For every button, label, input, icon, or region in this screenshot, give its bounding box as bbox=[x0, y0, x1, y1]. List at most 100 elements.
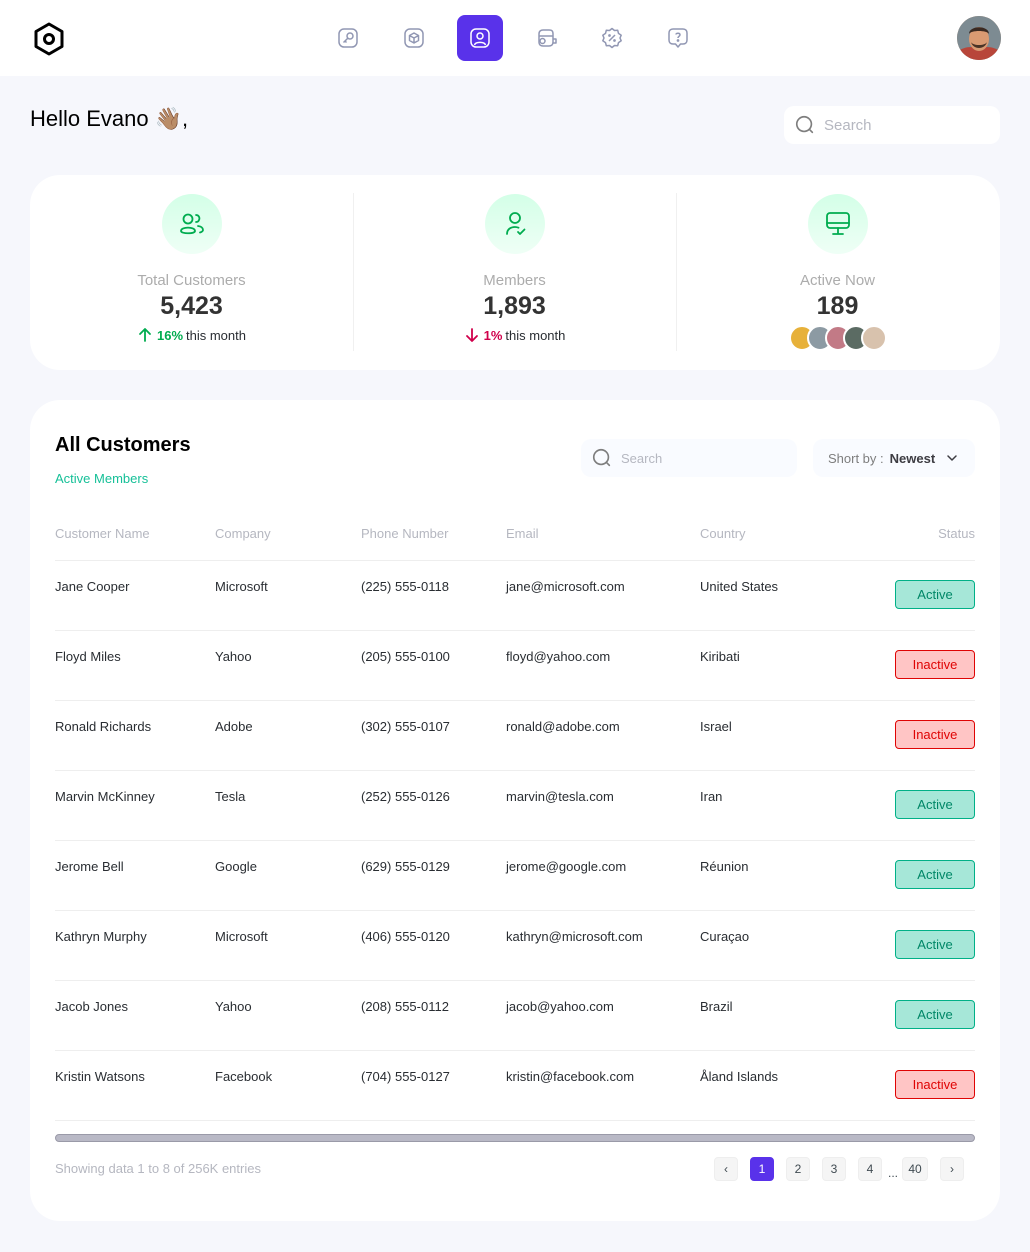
top-search[interactable] bbox=[784, 106, 1000, 144]
sort-dropdown[interactable]: Short by : Newest bbox=[813, 439, 975, 477]
phone-cell: (208) 555-0112 bbox=[361, 980, 506, 1051]
stat-total-customers: Total Customers 5,423 16% this month bbox=[30, 175, 353, 370]
user-avatar[interactable] bbox=[957, 16, 1001, 60]
message-question-icon bbox=[668, 28, 688, 48]
stat-icon-circle bbox=[807, 194, 868, 254]
active-avatars bbox=[676, 325, 999, 351]
status-badge[interactable]: Active bbox=[895, 929, 975, 959]
stat-members: Members 1,893 1% this month bbox=[353, 175, 676, 370]
key-icon bbox=[338, 28, 358, 48]
page-button[interactable]: 4 bbox=[858, 1157, 882, 1181]
stat-icon-circle bbox=[161, 194, 222, 254]
customers-card: All Customers Active Members Short by : … bbox=[30, 400, 1000, 1221]
phone-cell: (406) 555-0120 bbox=[361, 910, 506, 981]
email-cell: kristin@facebook.com bbox=[506, 1050, 700, 1121]
customer-name-cell: Kathryn Murphy bbox=[55, 910, 215, 981]
phone-cell: (205) 555-0100 bbox=[361, 630, 506, 701]
stat-icon-circle bbox=[484, 194, 545, 254]
customer-name-cell: Floyd Miles bbox=[55, 630, 215, 701]
column-header: Phone Number bbox=[361, 526, 506, 561]
user-tick-icon bbox=[505, 212, 525, 235]
table-row[interactable]: Marvin McKinney Tesla (252) 555-0126 marvin… bbox=[55, 770, 975, 841]
table-row[interactable]: Jacob Jones Yahoo (208) 555-0112 jacob@yaho… bbox=[55, 980, 975, 1051]
stat-trend: 1% this month bbox=[353, 327, 676, 343]
logo-icon[interactable] bbox=[31, 21, 67, 57]
page-button[interactable]: 3 bbox=[822, 1157, 846, 1181]
nav-income[interactable] bbox=[523, 15, 569, 61]
customer-name-cell: Kristin Watsons bbox=[55, 1050, 215, 1121]
email-cell: ronald@adobe.com bbox=[506, 700, 700, 771]
stat-value: 189 bbox=[816, 292, 859, 320]
email-cell: jacob@yahoo.com bbox=[506, 980, 700, 1051]
customers-search-input[interactable] bbox=[621, 450, 781, 466]
status-cell: Active bbox=[855, 980, 975, 1051]
column-header: Status bbox=[855, 526, 975, 561]
column-header: Country bbox=[700, 526, 855, 561]
country-cell: Kiribati bbox=[700, 630, 855, 701]
status-cell: Inactive bbox=[855, 630, 975, 701]
company-cell: Google bbox=[215, 840, 361, 911]
nav-key[interactable] bbox=[325, 15, 371, 61]
customers-search[interactable] bbox=[581, 439, 797, 477]
page-button[interactable]: 40 bbox=[902, 1157, 929, 1181]
nav-help[interactable] bbox=[655, 15, 701, 61]
table-row[interactable]: Jane Cooper Microsoft (225) 555-0118 jane@m… bbox=[55, 560, 975, 631]
table-row[interactable]: Ronald Richards Adobe (302) 555-0107 ronald… bbox=[55, 700, 975, 771]
pagination-ellipsis: ... bbox=[888, 1166, 899, 1180]
chevron-down-icon bbox=[947, 455, 957, 461]
status-badge[interactable]: Active bbox=[895, 579, 975, 609]
table-row[interactable]: Kristin Watsons Facebook (704) 555-0127 kri… bbox=[55, 1050, 975, 1121]
stat-active-now: Active Now 189 bbox=[676, 175, 999, 370]
country-cell: Åland Islands bbox=[700, 1050, 855, 1121]
status-badge[interactable]: Inactive bbox=[895, 1069, 975, 1099]
nav-promote[interactable] bbox=[589, 15, 635, 61]
top-search-input[interactable] bbox=[824, 116, 984, 134]
wave-emoji: 👋🏽, bbox=[154, 106, 189, 131]
status-badge[interactable]: Active bbox=[895, 859, 975, 889]
country-cell: Curaçao bbox=[700, 910, 855, 981]
trend-value: 16% bbox=[156, 327, 184, 343]
page-button[interactable]: 2 bbox=[786, 1157, 810, 1181]
country-cell: Brazil bbox=[700, 980, 855, 1051]
monitor-icon bbox=[825, 212, 850, 235]
status-badge[interactable]: Inactive bbox=[895, 719, 975, 749]
country-cell: Israel bbox=[700, 700, 855, 771]
column-header: Email bbox=[506, 526, 700, 561]
horizontal-scrollbar[interactable] bbox=[55, 1134, 975, 1142]
status-cell: Active bbox=[855, 770, 975, 841]
prev-page-button[interactable]: ‹ bbox=[714, 1157, 738, 1181]
trend-suffix: this month bbox=[186, 327, 246, 343]
next-page-button[interactable]: › bbox=[940, 1157, 965, 1181]
table-row[interactable]: Jerome Bell Google (629) 555-0129 jerome@go… bbox=[55, 840, 975, 911]
customer-name-cell: Marvin McKinney bbox=[55, 770, 215, 841]
sort-value: Newest bbox=[889, 450, 936, 466]
email-cell: floyd@yahoo.com bbox=[506, 630, 700, 701]
table-header-row: Customer Name Company Phone Number Email… bbox=[55, 526, 975, 561]
avatar bbox=[860, 325, 887, 351]
company-cell: Adobe bbox=[215, 700, 361, 771]
status-badge[interactable]: Active bbox=[895, 999, 975, 1029]
table-row[interactable]: Kathryn Murphy Microsoft (406) 555-0120 kat… bbox=[55, 910, 975, 981]
phone-cell: (629) 555-0129 bbox=[361, 840, 506, 911]
status-cell: Inactive bbox=[855, 1050, 975, 1121]
status-badge[interactable]: Active bbox=[895, 789, 975, 819]
status-badge[interactable]: Inactive bbox=[895, 649, 975, 679]
company-cell: Microsoft bbox=[215, 560, 361, 631]
search-icon bbox=[795, 115, 814, 134]
customers-subtitle[interactable]: Active Members bbox=[55, 471, 148, 486]
greeting: Hello Evano 👋🏽, bbox=[30, 106, 188, 132]
nav-customers[interactable] bbox=[457, 15, 503, 61]
wallet-money-icon bbox=[538, 29, 557, 47]
status-cell: Active bbox=[855, 560, 975, 631]
phone-cell: (302) 555-0107 bbox=[361, 700, 506, 771]
email-cell: kathryn@microsoft.com bbox=[506, 910, 700, 981]
users-icon bbox=[179, 213, 204, 235]
company-cell: Yahoo bbox=[215, 980, 361, 1051]
cube-icon bbox=[404, 28, 424, 48]
company-cell: Microsoft bbox=[215, 910, 361, 981]
arrow-down-icon bbox=[465, 328, 478, 342]
greeting-text: Hello Evano bbox=[30, 106, 149, 131]
nav-product[interactable] bbox=[391, 15, 437, 61]
table-row[interactable]: Floyd Miles Yahoo (205) 555-0100 floyd@yaho… bbox=[55, 630, 975, 701]
page-button[interactable]: 1 bbox=[750, 1157, 774, 1181]
